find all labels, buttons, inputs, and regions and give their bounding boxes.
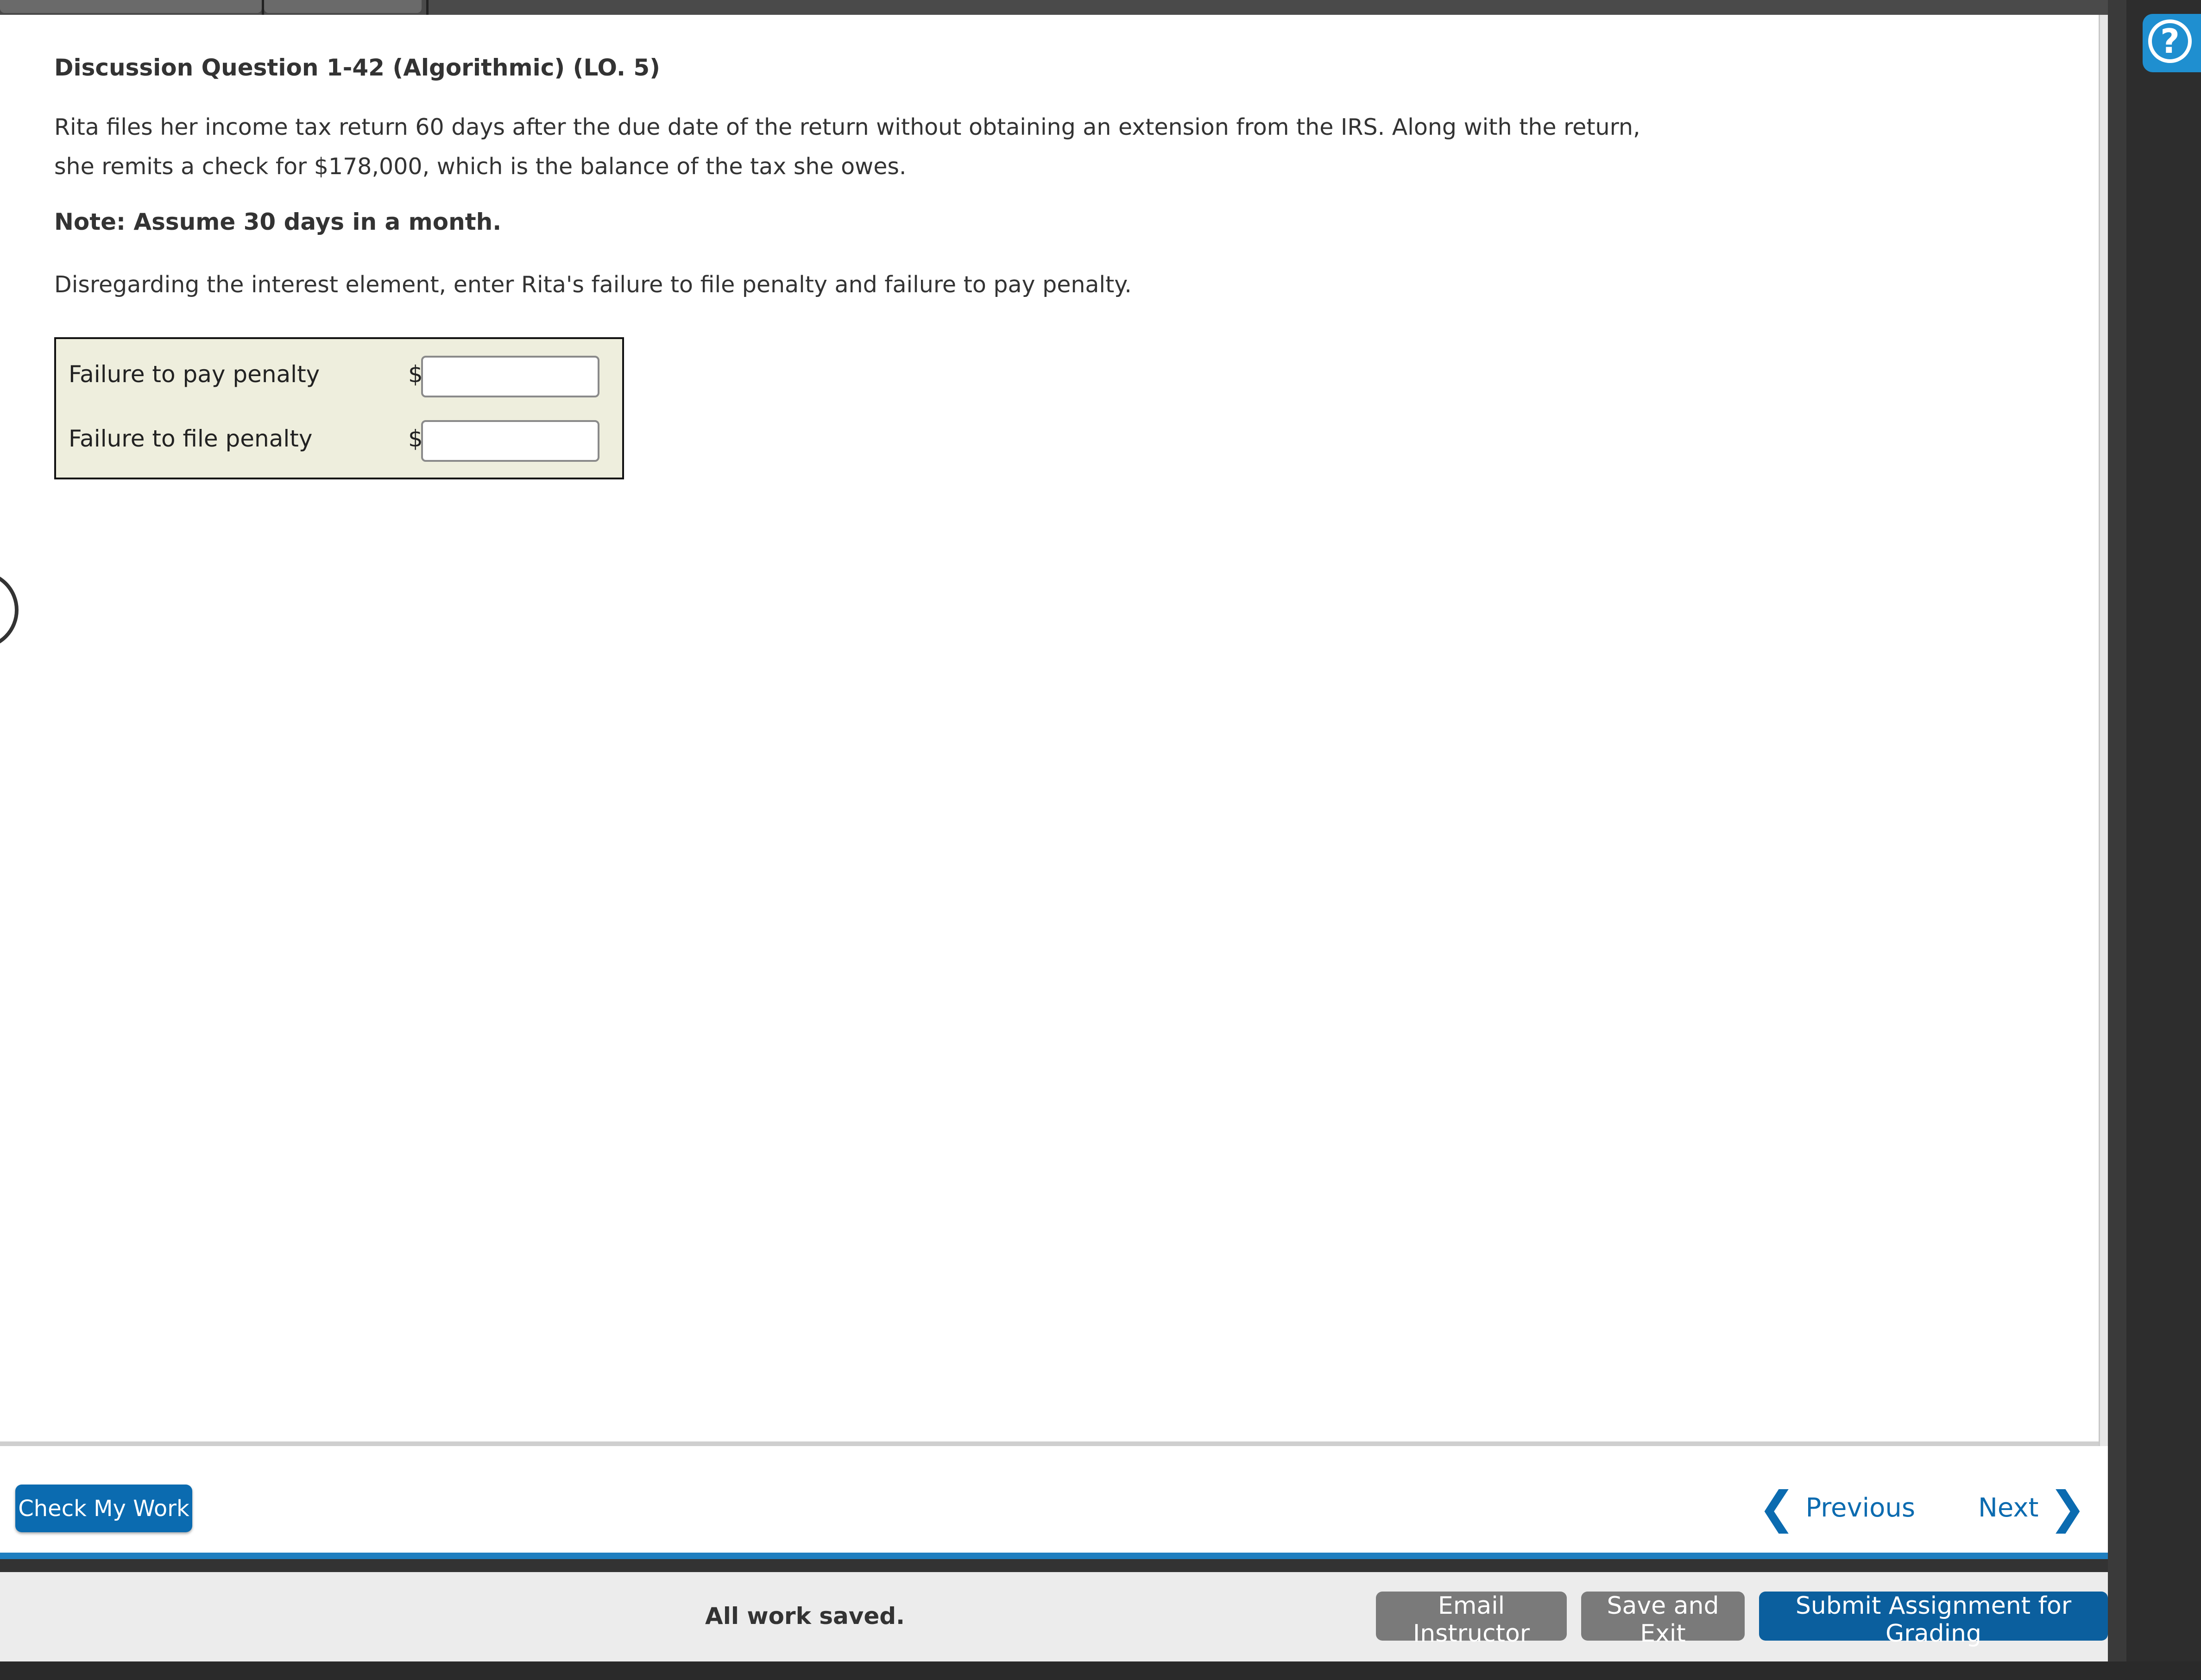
chevron-left-icon: ❮ xyxy=(1758,1482,1796,1534)
chevron-right-icon: ❯ xyxy=(2049,1482,2086,1534)
question-panel: Discussion Question 1-42 (Algorithmic) (… xyxy=(0,15,2099,1446)
panel-scrollbar[interactable] xyxy=(2099,15,2108,1446)
next-button[interactable]: Next ❯ xyxy=(1978,1482,2086,1534)
tab-divider xyxy=(426,0,429,15)
check-my-work-button[interactable]: Check My Work xyxy=(15,1485,192,1532)
question-paragraph: Rita files her income tax return 60 days… xyxy=(54,114,1640,180)
help-button[interactable]: ? xyxy=(2143,14,2201,72)
save-status: All work saved. xyxy=(705,1603,905,1630)
question-nav-bar: Check My Work ❮ Previous Next ❯ xyxy=(0,1446,2108,1553)
failure-to-pay-input[interactable] xyxy=(421,356,599,397)
divider xyxy=(0,1559,2108,1572)
next-label: Next xyxy=(1978,1492,2039,1523)
divider xyxy=(0,1441,2099,1446)
progress-rule xyxy=(0,1553,2108,1559)
tab-stub-2[interactable] xyxy=(264,0,422,13)
collapse-arrow-icon[interactable] xyxy=(0,571,19,649)
assignment-footer: All work saved. Email Instructor Save an… xyxy=(0,1572,2108,1661)
failure-to-file-input[interactable] xyxy=(421,420,599,462)
email-instructor-button[interactable]: Email Instructor xyxy=(1376,1592,1567,1648)
question-title: Discussion Question 1-42 (Algorithmic) (… xyxy=(54,54,660,81)
failure-to-file-label: Failure to file penalty xyxy=(69,425,313,452)
save-and-exit-button[interactable]: Save and Exit xyxy=(1581,1592,1745,1648)
question-instruction: Disregarding the interest element, enter… xyxy=(54,271,1132,298)
bottom-edge xyxy=(0,1661,2201,1680)
tab-stub-1[interactable] xyxy=(0,0,262,13)
top-tab-strip xyxy=(0,0,2108,15)
question-note: Note: Assume 30 days in a month. xyxy=(54,208,502,235)
previous-button[interactable]: ❮ Previous xyxy=(1758,1482,1916,1534)
previous-label: Previous xyxy=(1805,1492,1916,1523)
right-sidebar xyxy=(2126,0,2201,1680)
submit-assignment-button[interactable]: Submit Assignment for Grading xyxy=(1759,1592,2108,1648)
failure-to-pay-label: Failure to pay penalty xyxy=(69,361,320,388)
answer-table: Failure to pay penalty $ Failure to file… xyxy=(54,337,624,479)
question-mark-icon: ? xyxy=(2148,19,2192,63)
